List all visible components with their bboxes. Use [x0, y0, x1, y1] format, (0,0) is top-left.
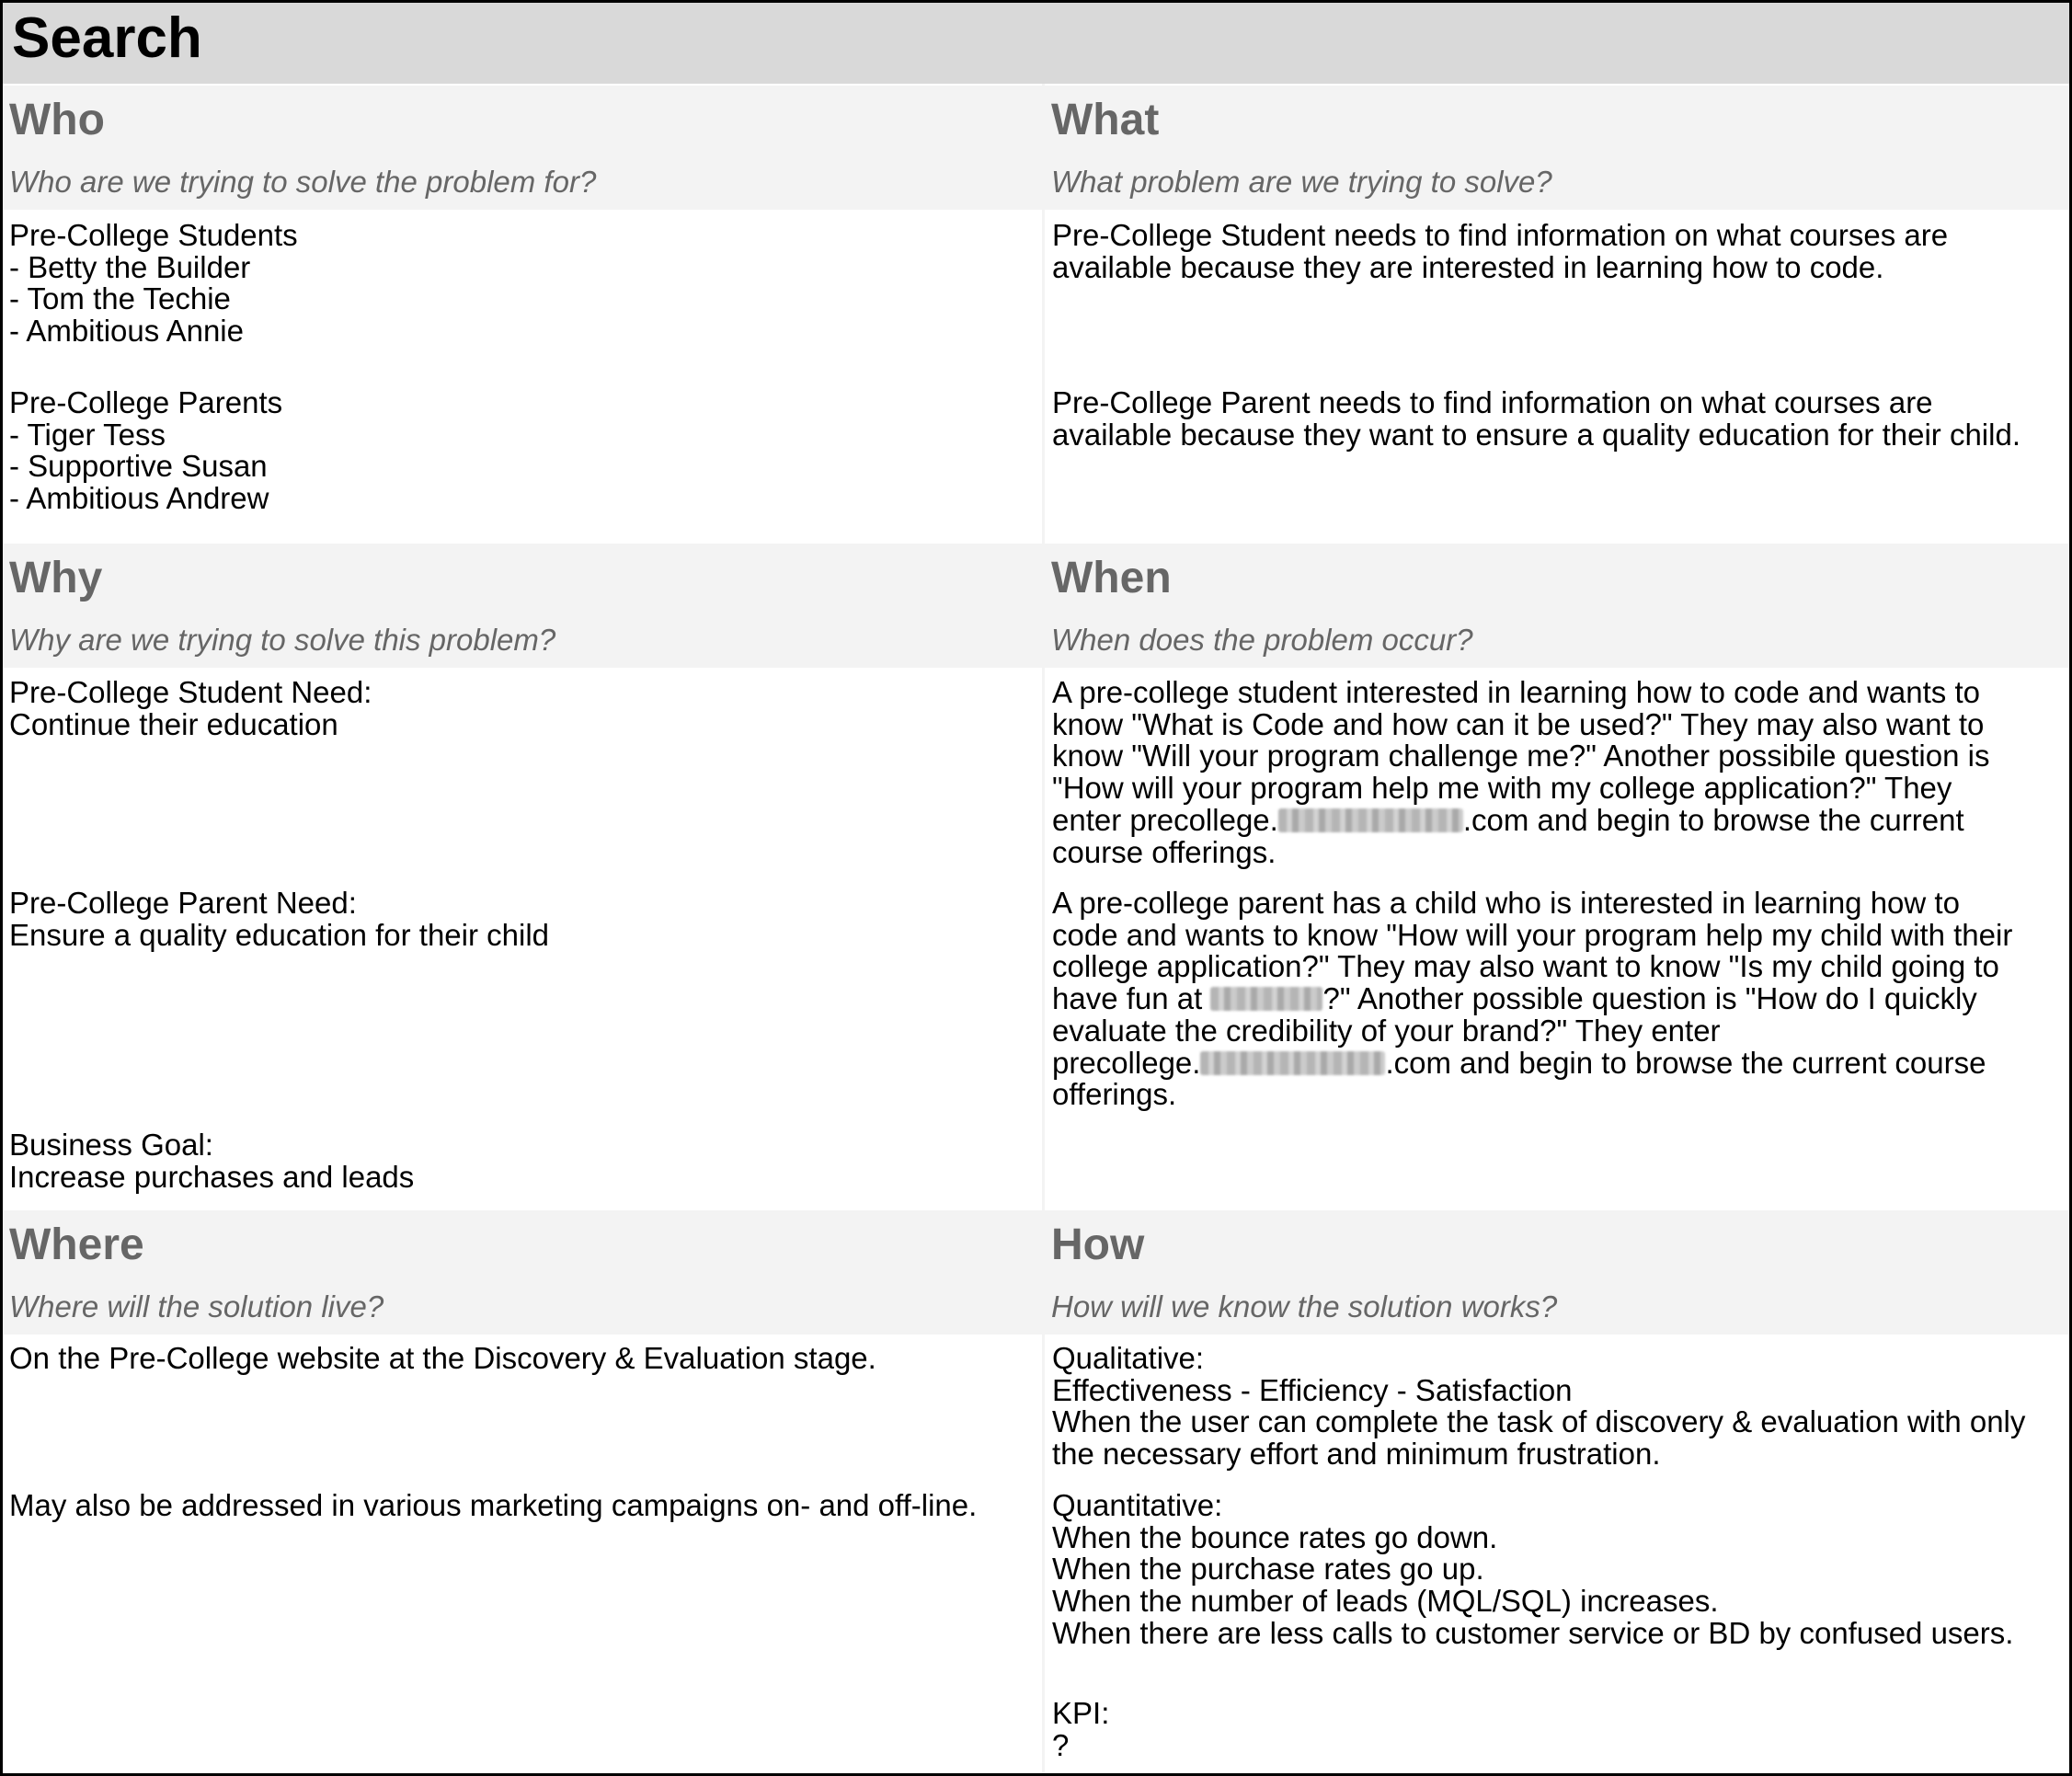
why-section-header: Why Why are we trying to solve this prob… — [3, 544, 1042, 668]
who-students-list: Pre-College Students - Betty the Builder… — [9, 218, 298, 349]
when-parent-fun-prefix: have fun at — [1052, 981, 1211, 1016]
redacted-domain-blur — [1277, 808, 1463, 832]
who-subtitle: Who are we trying to solve the problem f… — [9, 165, 597, 199]
when-student-last-line: course offerings. — [1052, 834, 1276, 869]
how-kpi: KPI: ? — [1052, 1696, 1110, 1762]
how-title: How — [1051, 1220, 1145, 1269]
where-subtitle: Where will the solution live? — [9, 1289, 384, 1323]
who-section-header: Who Who are we trying to solve the probl… — [3, 86, 1042, 210]
when-student-line-2: know "What is Code and how can it be use… — [1052, 706, 1985, 741]
when-student-scenario: A pre-college student interested in lear… — [1052, 675, 1990, 869]
why-subtitle: Why are we trying to solve this problem? — [9, 623, 556, 657]
where-title: Where — [9, 1220, 144, 1269]
what-parent-problem: Pre-College Parent needs to find informa… — [1052, 385, 2020, 452]
how-section-header: How How will we know the solution works? — [1045, 1210, 2069, 1335]
where-section-header: Where Where will the solution live? — [3, 1210, 1042, 1335]
who-title: Who — [9, 96, 105, 144]
who-parents-list: Pre-College Parents - Tiger Tess - Suppo… — [9, 385, 283, 516]
how-quantitative: Quantitative: When the bounce rates go d… — [1052, 1488, 2014, 1650]
what-subtitle: What problem are we trying to solve? — [1051, 165, 1552, 199]
search-canvas-document: Search Who Who are we trying to solve th… — [0, 0, 2072, 1776]
document-title-bar: Search — [3, 3, 2069, 86]
when-parent-line-2: code and wants to know "How will your pr… — [1052, 917, 2013, 952]
how-qualitative: Qualitative: Effectiveness - Efficiency … — [1052, 1341, 2026, 1472]
where-marketing-location: May also be addressed in various marketi… — [9, 1488, 978, 1522]
when-section-header: When When does the problem occur? — [1045, 544, 2069, 668]
how-subtitle: How will we know the solution works? — [1051, 1289, 1558, 1323]
when-student-line-4: "How will your program help me with my c… — [1052, 771, 1952, 806]
when-parent-url-suffix: .com and begin to browse the current cou… — [1385, 1045, 1986, 1080]
document-title: Search — [12, 6, 202, 70]
when-student-enter-suffix: .com and begin to browse the current — [1462, 802, 1964, 837]
why-student-need: Pre-College Student Need: Continue their… — [9, 675, 372, 741]
when-parent-line-3: college application?" They may also want… — [1052, 949, 1999, 984]
when-subtitle: When does the problem occur? — [1051, 623, 1473, 657]
when-student-line-3: know "Will your program challenge me?" A… — [1052, 739, 1990, 773]
what-title: What — [1051, 96, 1160, 144]
why-parent-need: Pre-College Parent Need: Ensure a qualit… — [9, 886, 550, 952]
what-section-header: What What problem are we trying to solve… — [1045, 86, 2069, 210]
when-parent-scenario: A pre-college parent has a child who is … — [1052, 886, 2013, 1112]
redacted-domain-blur — [1200, 1050, 1386, 1075]
when-parent-line-1: A pre-college parent has a child who is … — [1052, 886, 1960, 920]
when-student-enter-prefix: enter precollege. — [1052, 802, 1278, 837]
column-divider — [1042, 84, 1045, 1773]
why-title: Why — [9, 554, 103, 602]
where-website-location: On the Pre-College website at the Discov… — [9, 1341, 876, 1375]
when-student-line-1: A pre-college student interested in lear… — [1052, 675, 1980, 709]
when-parent-fun-suffix: ?" Another possible question is "How do … — [1322, 981, 1977, 1016]
when-title: When — [1051, 554, 1172, 602]
redacted-brand-blur — [1210, 987, 1323, 1012]
when-parent-url-prefix: precollege. — [1052, 1045, 1201, 1080]
when-parent-last-line: offerings. — [1052, 1077, 1177, 1112]
when-parent-mid-line: evaluate the credibility of your brand?"… — [1052, 1013, 1721, 1048]
why-business-goal: Business Goal: Increase purchases and le… — [9, 1128, 415, 1194]
what-student-problem: Pre-College Student needs to find inform… — [1052, 218, 1949, 284]
